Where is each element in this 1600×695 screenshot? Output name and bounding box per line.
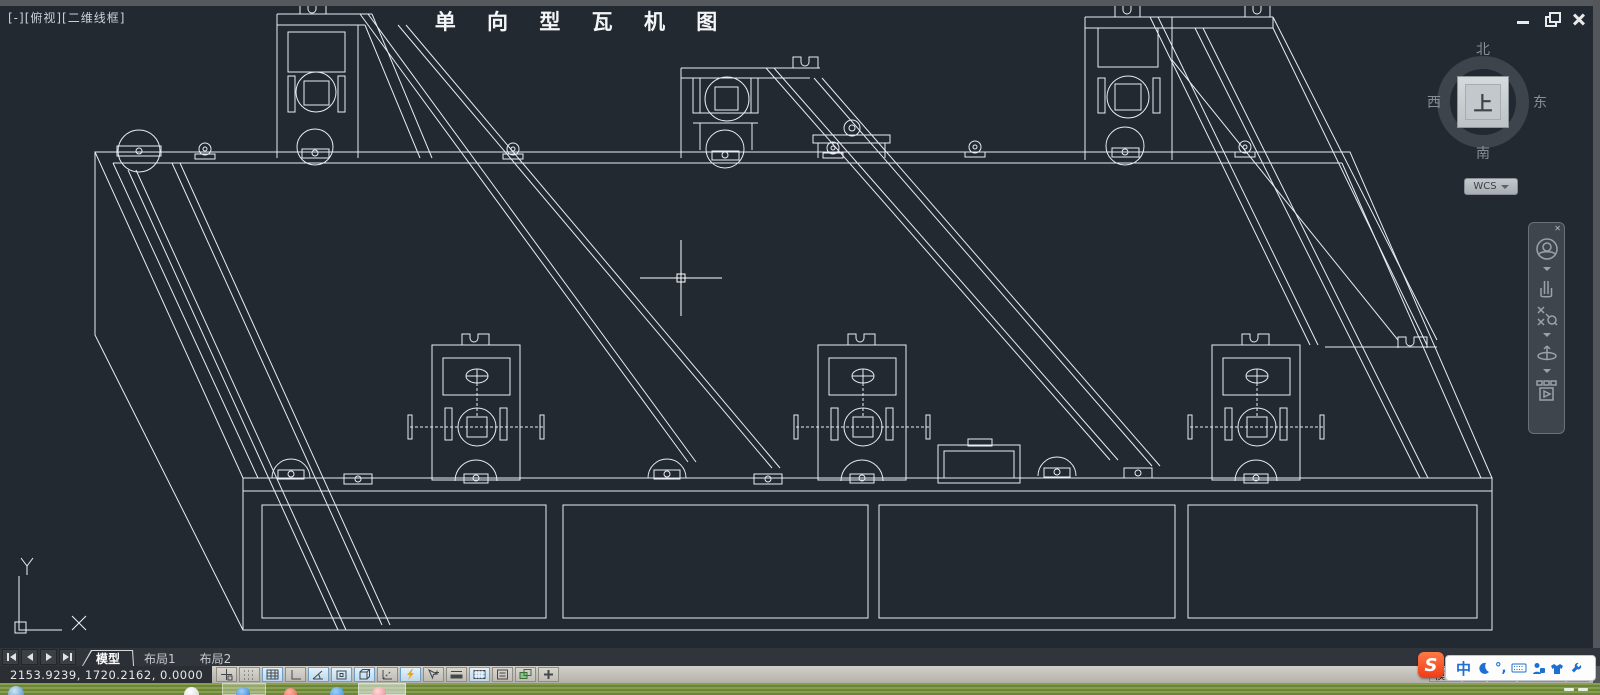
toggle-grid[interactable] <box>262 667 283 682</box>
taskbar-app-icon[interactable] <box>330 687 344 695</box>
cad-drawing <box>0 0 1600 660</box>
restore-button[interactable] <box>1544 12 1558 26</box>
toggle-ducs[interactable] <box>400 667 421 682</box>
taskbar-tray-glyph <box>1564 688 1574 691</box>
navigation-wheel-icon[interactable] <box>1534 236 1560 262</box>
toggle-dyn[interactable] <box>423 667 444 682</box>
chevron-down-icon <box>1501 185 1509 189</box>
coordinate-readout[interactable]: 2153.9239, 1720.2162, 0.0000 <box>0 666 212 683</box>
window-right-border <box>1593 0 1600 683</box>
toggle-selectioncycling[interactable] <box>515 667 536 682</box>
drawing-title-text: 单 向 型 瓦 机 图 <box>432 6 732 36</box>
tab-nav-prev-button[interactable] <box>21 649 38 665</box>
viewcube-top-face[interactable]: 上 <box>1457 76 1509 128</box>
ime-logo[interactable]: S <box>1418 652 1444 678</box>
minimize-icon <box>1517 21 1529 24</box>
close-button[interactable] <box>1572 12 1586 26</box>
toggle-ortho[interactable] <box>285 667 306 682</box>
toggle-otrack[interactable] <box>377 667 398 682</box>
tab-layout2[interactable]: 布局2 <box>186 650 246 666</box>
taskbar-start-orb[interactable] <box>8 686 24 695</box>
layout-tab-bar: 模型模型 布局1 布局2 <box>0 648 1600 666</box>
toggle-quickprops[interactable] <box>492 667 513 682</box>
wcs-dropdown[interactable]: WCS <box>1464 178 1518 195</box>
toggle-osnap3d[interactable] <box>354 667 375 682</box>
tab-nav-last-button[interactable] <box>59 649 76 665</box>
taskbar-app-icon[interactable] <box>184 687 199 695</box>
tab-layout1[interactable]: 布局1 <box>130 650 190 666</box>
shaft-bearings <box>195 141 1255 159</box>
toggle-lineweight[interactable] <box>446 667 467 682</box>
viewport-controls-label[interactable]: [-][俯视][二维线框] <box>8 9 125 26</box>
chevron-down-icon[interactable] <box>1543 267 1551 271</box>
toggle-polar[interactable] <box>308 667 329 682</box>
viewcube-top-label: 上 <box>1465 84 1501 120</box>
ime-skin-icon[interactable] <box>1550 662 1564 675</box>
taskbar-app-icon[interactable] <box>236 687 250 695</box>
windows-taskbar <box>0 683 1600 695</box>
toggle-grid-dots[interactable] <box>239 667 260 682</box>
showmotion-icon[interactable] <box>1534 378 1560 404</box>
toggle-transparency[interactable] <box>469 667 490 682</box>
left-belt-rails <box>117 130 390 630</box>
autocad-window: [-][俯视][二维线框] 单 向 型 瓦 机 图 北 南 西 东 上 WCS … <box>0 0 1600 695</box>
crosshair-cursor[interactable] <box>640 240 722 316</box>
toggle-annotation[interactable] <box>538 667 559 682</box>
tab-nav-next-button[interactable] <box>40 649 57 665</box>
toggle-osnap[interactable] <box>331 667 352 682</box>
ime-toolbox-icon[interactable] <box>1569 662 1582 675</box>
minimize-button[interactable] <box>1516 12 1530 26</box>
navigation-bar: ✕ <box>1528 222 1565 434</box>
machine-bed <box>95 152 1492 630</box>
taskbar-app-icon[interactable] <box>372 687 386 695</box>
ime-profile-icon[interactable] <box>1532 662 1545 675</box>
tab-nav-first-button[interactable] <box>2 649 19 665</box>
chevron-down-icon[interactable] <box>1543 333 1551 337</box>
chevron-down-icon[interactable] <box>1543 369 1551 373</box>
viewcube-north[interactable]: 北 <box>1476 39 1490 59</box>
tab-navigation <box>2 649 76 665</box>
orbit-icon[interactable] <box>1535 342 1559 364</box>
middle-tower <box>681 57 890 168</box>
ucs-icon <box>15 558 86 633</box>
window-top-border <box>0 0 1600 6</box>
status-toggles <box>215 667 560 682</box>
status-bar: 2153.9239, 1720.2162, 0.0000 模型 <box>0 666 1593 683</box>
ime-moon-icon[interactable] <box>1476 661 1490 675</box>
taskbar-tray-glyph <box>1578 688 1588 691</box>
toggle-snap[interactable] <box>216 667 237 682</box>
right-tower <box>1085 5 1437 348</box>
taskbar-app-icon[interactable] <box>284 688 297 695</box>
ime-toolbar: S 中 °, <box>1445 655 1596 681</box>
viewcube-west[interactable]: 西 <box>1427 92 1441 112</box>
tab-model[interactable]: 模型模型 <box>82 650 134 666</box>
viewcube-south[interactable]: 南 <box>1476 143 1490 163</box>
ime-mode-chinese[interactable]: 中 <box>1456 658 1471 679</box>
pan-hand-icon[interactable] <box>1535 276 1559 298</box>
ime-keyboard-icon[interactable] <box>1511 662 1527 674</box>
navbar-close-icon[interactable]: ✕ <box>1554 225 1561 233</box>
mid-bottom-box <box>938 439 1020 483</box>
press-stations <box>408 334 1324 483</box>
ime-punctuation[interactable]: °, <box>1495 661 1506 676</box>
zoom-extents-icon[interactable] <box>1535 304 1559 328</box>
viewcube-east[interactable]: 东 <box>1533 92 1547 112</box>
window-controls <box>1516 12 1586 26</box>
